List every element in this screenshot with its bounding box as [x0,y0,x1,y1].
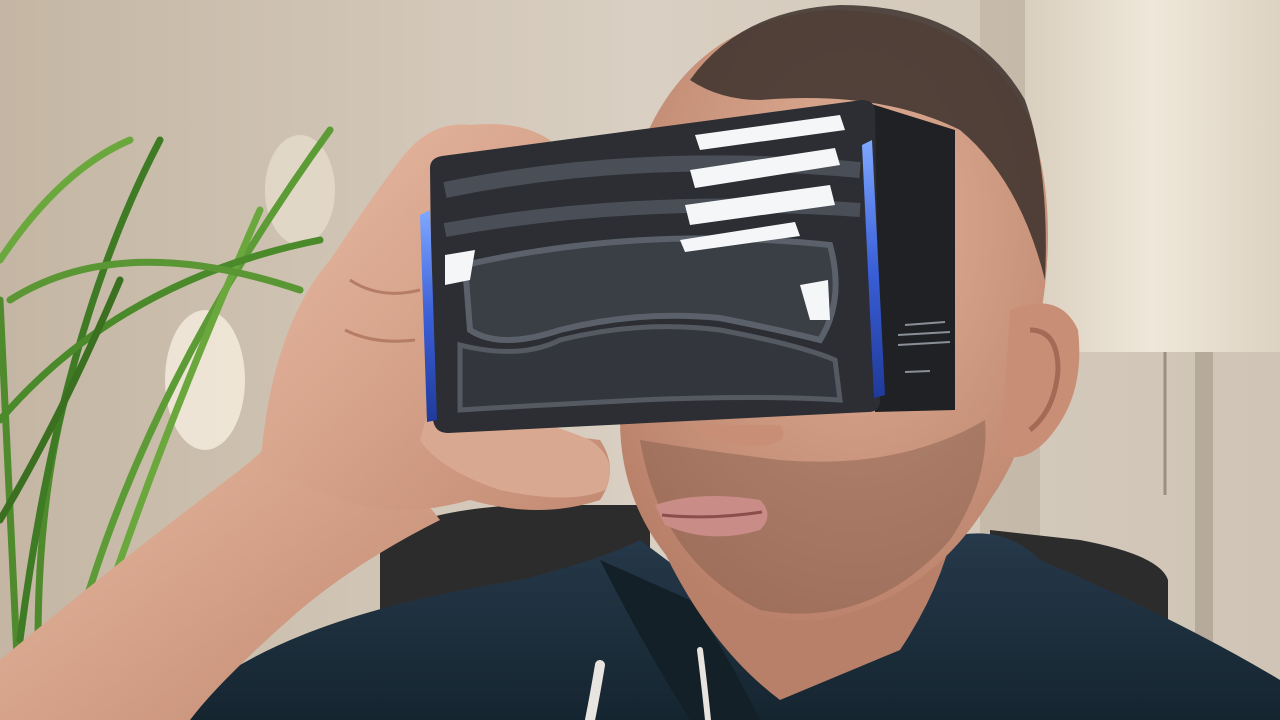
photo-scene [0,0,1280,720]
photo [0,0,1280,720]
lamp-stand [1195,352,1213,652]
vr-headset [420,100,955,433]
lamp-shade [1025,0,1280,352]
sunlight-patch [265,135,335,245]
